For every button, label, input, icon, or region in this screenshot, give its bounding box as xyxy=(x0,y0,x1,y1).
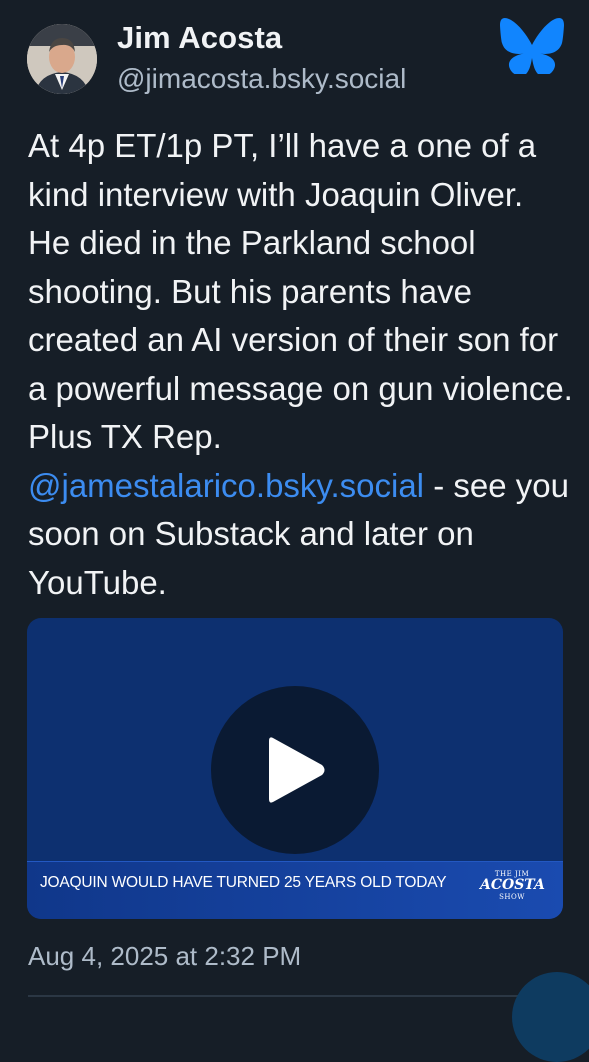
video-player[interactable]: JOAQUIN WOULD HAVE TURNED 25 YEARS OLD T… xyxy=(27,618,563,919)
post-timestamp: Aug 4, 2025 at 2:32 PM xyxy=(28,941,302,971)
avatar[interactable] xyxy=(27,24,97,94)
post-text-body: At 4p ET/1p PT, I’ll have a one of a kin… xyxy=(28,127,583,455)
divider xyxy=(28,995,589,997)
show-logo-line2: ACOSTA xyxy=(480,877,545,893)
show-logo-line3: SHOW xyxy=(499,893,525,901)
bluesky-butterfly-icon[interactable] xyxy=(500,18,564,74)
show-logo: THE JIM ACOSTA SHOW xyxy=(480,870,545,901)
compose-button[interactable] xyxy=(512,972,589,1062)
mention-link[interactable]: @jamestalarico.bsky.social xyxy=(28,467,424,504)
avatar-photo xyxy=(27,24,97,94)
author-display-name[interactable]: Jim Acosta xyxy=(117,20,282,56)
author-handle[interactable]: @jimacosta.bsky.social xyxy=(117,63,406,95)
play-button[interactable] xyxy=(211,686,379,854)
video-lower-third: JOAQUIN WOULD HAVE TURNED 25 YEARS OLD T… xyxy=(27,861,563,919)
play-icon xyxy=(269,737,325,803)
video-caption: JOAQUIN WOULD HAVE TURNED 25 YEARS OLD T… xyxy=(40,874,447,891)
post-text: At 4p ET/1p PT, I’ll have a one of a kin… xyxy=(28,122,573,607)
